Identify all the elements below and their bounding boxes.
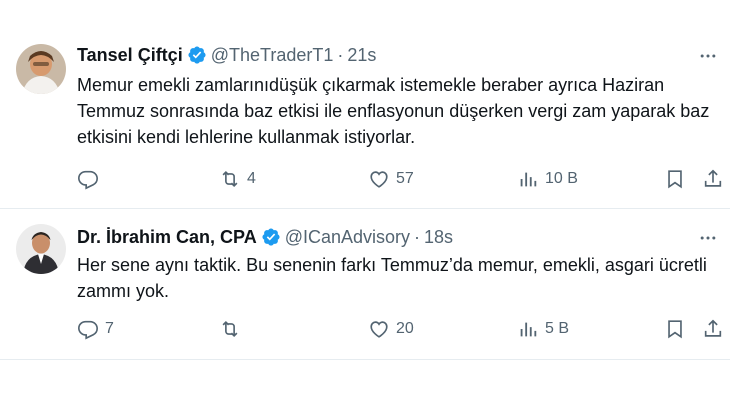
like-count: 20 [396,320,414,337]
retweet-icon [222,170,238,188]
timestamp[interactable]: 18s [424,227,453,248]
author-name[interactable]: Dr. İbrahim Can, CPA [77,227,257,248]
separator-dot: · [414,226,421,247]
verified-badge-icon [187,45,207,65]
more-icon[interactable] [696,228,720,248]
reply-icon [78,320,98,340]
retweet-icon [222,320,238,338]
view-count: 5 B [545,320,570,337]
view-count: 10 B [545,170,578,187]
heart-icon [370,321,388,338]
like-button[interactable]: 20 [368,317,414,341]
tweet[interactable]: Dr. İbrahim Can, CPA @ICanAdvisory · 18s… [0,210,730,360]
author-handle[interactable]: @ICanAdvisory [285,227,410,248]
heart-icon [370,171,388,188]
tweet-header: Dr. İbrahim Can, CPA @ICanAdvisory · 18s [77,224,690,250]
action-bar: 4 57 10 B [77,167,722,191]
bookmark-button[interactable] [664,167,686,191]
retweet-button[interactable]: 4 [219,167,256,191]
share-button[interactable] [702,317,724,341]
share-button[interactable] [702,167,724,191]
views-button[interactable]: 10 B [517,167,578,191]
more-icon[interactable] [696,46,720,66]
verified-badge-icon [261,227,281,247]
reply-icon [78,170,98,190]
avatar[interactable] [16,44,66,94]
reply-count: 7 [105,320,114,337]
share-icon [704,319,722,337]
like-button[interactable]: 57 [368,167,414,191]
separator-dot: · [337,44,344,65]
author-handle[interactable]: @TheTraderT1 [211,45,334,66]
bookmark-icon [668,170,682,189]
action-bar: 7 20 5 B [77,317,722,341]
timestamp[interactable]: 21s [347,45,376,66]
like-count: 57 [396,170,414,187]
share-icon [704,169,722,187]
bookmark-button[interactable] [664,317,686,341]
author-name[interactable]: Tansel Çiftçi [77,45,183,66]
reply-button[interactable] [77,167,105,191]
tweet-header: Tansel Çiftçi @TheTraderT1 · 21s [77,42,690,68]
bookmark-icon [668,320,682,339]
tweet-text: Her sene aynı taktik. Bu senenin farkı T… [77,255,707,301]
reply-button[interactable]: 7 [77,317,114,341]
views-button[interactable]: 5 B [517,317,569,341]
tweet-text: Memur emekli zamlarınıdüşük çıkarmak ist… [77,75,710,147]
views-icon [520,172,537,187]
views-icon [520,322,537,337]
retweet-button[interactable] [219,317,247,341]
retweet-count: 4 [247,170,256,187]
avatar[interactable] [16,224,66,274]
tweet[interactable]: Tansel Çiftçi @TheTraderT1 · 21s Memur e… [0,0,730,209]
